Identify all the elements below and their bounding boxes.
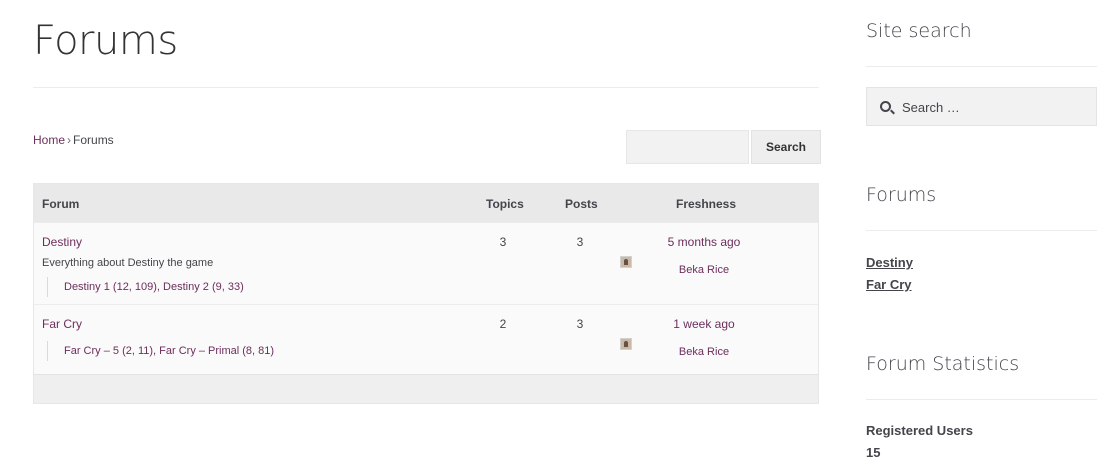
table-row: Far Cry Far Cry – 5 (2, 11), Far Cry – P… bbox=[34, 304, 818, 374]
freshness-link[interactable]: 5 months ago bbox=[644, 235, 764, 249]
breadcrumb-home-link[interactable]: Home bbox=[33, 133, 65, 147]
avatar[interactable] bbox=[620, 338, 632, 350]
column-header-freshness: Freshness bbox=[676, 197, 737, 211]
breadcrumb-current: Forums bbox=[73, 133, 114, 147]
registered-users-label: Registered Users bbox=[866, 423, 973, 438]
column-header-posts: Posts bbox=[565, 197, 598, 211]
topic-count: 3 bbox=[499, 235, 507, 249]
forum-search-button[interactable]: Search bbox=[751, 130, 821, 164]
divider bbox=[33, 87, 819, 88]
table-header: Forum Topics Posts Freshness bbox=[34, 184, 818, 222]
forum-search-input[interactable] bbox=[626, 130, 749, 164]
site-search-title: Site search bbox=[866, 20, 972, 42]
forum-table: Forum Topics Posts Freshness Destiny Eve… bbox=[33, 183, 819, 404]
post-count: 3 bbox=[576, 235, 584, 249]
forum-search-form: Search bbox=[626, 130, 821, 164]
post-count: 3 bbox=[576, 317, 584, 331]
divider bbox=[866, 66, 1097, 67]
table-row: Destiny Everything about Destiny the gam… bbox=[34, 222, 818, 304]
column-header-topics: Topics bbox=[486, 197, 524, 211]
breadcrumb-separator: › bbox=[67, 133, 72, 147]
forum-statistics-title: Forum Statistics bbox=[866, 353, 1020, 375]
search-icon bbox=[880, 101, 891, 112]
page-title: Forums bbox=[33, 18, 178, 64]
forum-description: Everything about Destiny the game bbox=[42, 257, 214, 269]
author-link[interactable]: Beka Rice bbox=[644, 264, 764, 276]
divider bbox=[866, 399, 1097, 400]
forum-link[interactable]: Far Cry bbox=[42, 317, 82, 331]
freshness-link[interactable]: 1 week ago bbox=[644, 317, 764, 331]
sidebar: Site search Search … Forums Destiny Far … bbox=[866, 0, 1097, 472]
topic-count: 2 bbox=[499, 317, 507, 331]
forum-link[interactable]: Destiny bbox=[42, 235, 82, 249]
main-content: Forums Home › Forums Search Forum Topics P… bbox=[33, 0, 821, 472]
site-search-placeholder: Search … bbox=[902, 100, 960, 115]
registered-users-value: 15 bbox=[866, 445, 881, 460]
forums-widget-title: Forums bbox=[866, 184, 937, 206]
divider bbox=[866, 230, 1097, 231]
table-footer bbox=[34, 374, 818, 403]
breadcrumb: Home › Forums bbox=[33, 133, 114, 147]
subforum-list[interactable]: Destiny 1 (12, 109), Destiny 2 (9, 33) bbox=[47, 277, 244, 297]
column-header-forum: Forum bbox=[42, 197, 80, 211]
sidebar-forum-link-far-cry[interactable]: Far Cry bbox=[866, 277, 912, 292]
author-link[interactable]: Beka Rice bbox=[644, 346, 764, 358]
site-search-input[interactable]: Search … bbox=[866, 87, 1097, 126]
sidebar-forum-link-destiny[interactable]: Destiny bbox=[866, 255, 913, 270]
subforum-list[interactable]: Far Cry – 5 (2, 11), Far Cry – Primal (8… bbox=[47, 341, 274, 361]
avatar[interactable] bbox=[620, 256, 632, 268]
